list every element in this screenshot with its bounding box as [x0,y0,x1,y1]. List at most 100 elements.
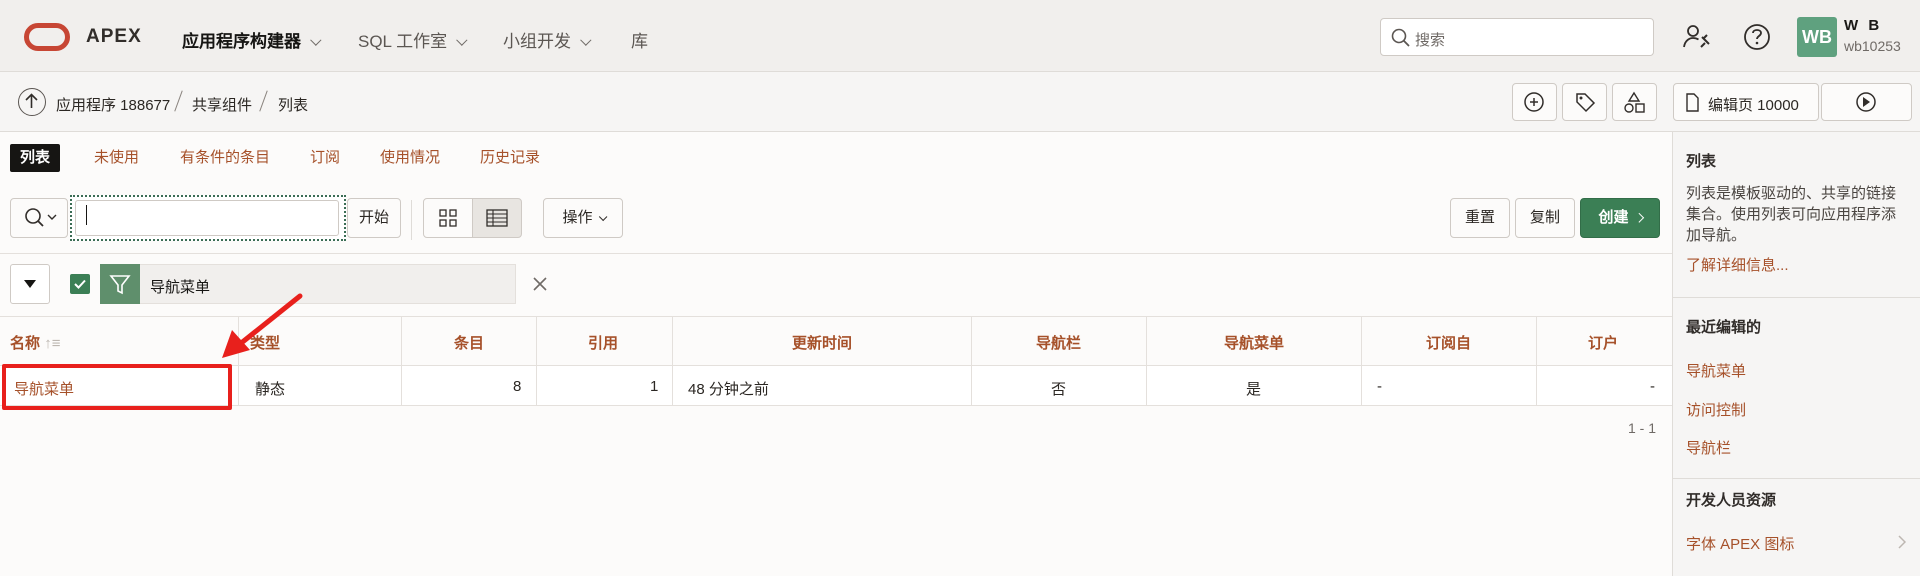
recently-edited-title: 最近编辑的 [1686,319,1762,336]
tab-lists[interactable]: 列表 [10,144,61,172]
copy-button[interactable]: 复制 [1515,198,1575,238]
nav-sql-workshop-label: SQL 工作室 [358,32,448,51]
col-header-references[interactable]: 引用 [588,332,618,353]
icon-view-button[interactable] [423,198,473,238]
tab-unused[interactable]: 未使用 [84,144,149,172]
learn-more-link[interactable]: 了解详细信息... [1686,254,1789,275]
go-button[interactable]: 开始 [347,198,401,238]
arrow-up-icon [25,93,38,108]
col-header-entries[interactable]: 条目 [454,332,484,353]
create-button[interactable]: 创建 [1580,198,1660,238]
column-divider [1536,316,1537,406]
side-panel-divider [1672,478,1920,479]
cell-references: 1 [650,378,659,395]
recent-item-navigation-bar[interactable]: 导航栏 [1686,437,1731,458]
tab-conditional-entries[interactable]: 有条件的条目 [170,144,280,172]
administration-icon[interactable] [1680,20,1714,54]
nav-team-development-label: 小组开发 [503,32,571,51]
caret-down-icon [24,280,36,288]
developer-tags-button[interactable] [1562,83,1607,121]
annotation-arrow-icon [222,293,303,358]
col-header-updated[interactable]: 更新时间 [792,332,852,353]
recent-item-access-control[interactable]: 访问控制 [1686,399,1746,420]
col-header-navigation-bar[interactable]: 导航栏 [1036,332,1081,353]
cell-updated: 48 分钟之前 [688,381,769,398]
oracle-logo-icon[interactable] [24,23,70,51]
user-id: wb10253 [1844,38,1901,54]
shapes-icon [1624,91,1645,113]
run-page-button[interactable] [1821,83,1912,121]
breadcrumb-application[interactable]: 应用程序 188677 [56,94,170,115]
side-panel-title: 列表 [1686,153,1717,170]
search-icon [1391,28,1410,47]
col-header-subscribers[interactable]: 订户 [1588,332,1618,353]
cell-navigation-bar: 否 [1051,381,1067,398]
parent-page-button[interactable] [18,88,46,116]
page-icon [1686,93,1699,112]
filter-enabled-checkbox[interactable] [70,274,90,294]
cell-navigation-menu: 是 [1246,381,1262,398]
nav-gallery-label: 库 [631,32,648,51]
breadcrumb-lists: 列表 [278,97,309,114]
actions-menu-button[interactable]: 操作 [543,198,623,238]
breadcrumb-shared-components[interactable]: 共享组件 [192,94,252,115]
column-divider [672,316,673,406]
create-label: 创建 [1598,209,1629,226]
cell-subscribed-from: - [1377,378,1382,395]
col-header-name[interactable]: 名称 ↑≡ [10,332,60,353]
nav-sql-workshop[interactable]: SQL 工作室 [358,27,468,52]
play-icon [1856,92,1876,112]
col-header-name-label: 名称 [10,335,41,352]
grid-icon [439,209,457,227]
cell-type: 静态 [255,381,286,398]
tab-history[interactable]: 历史记录 [470,144,550,172]
cell-entries: 8 [513,378,522,395]
report-search-input[interactable] [75,200,339,236]
toolbar-divider [411,200,412,240]
nav-app-builder-label: 应用程序构建器 [182,32,301,51]
comment-add-icon [1524,92,1544,112]
tab-utilization[interactable]: 使用情况 [370,144,450,172]
column-divider [1146,316,1147,406]
reset-button[interactable]: 重置 [1450,198,1510,238]
user-name[interactable]: W B [1844,17,1882,34]
pagination-text: 1 - 1 [1628,420,1657,436]
column-divider [971,316,972,406]
annotation-highlight-box [2,364,232,410]
help-icon[interactable] [1740,20,1774,54]
edit-page-button[interactable]: 编辑页 10000 [1673,83,1819,121]
avatar[interactable]: WB [1797,17,1837,57]
chevron-right-icon [1633,212,1644,223]
col-header-subscribed-from[interactable]: 订阅自 [1426,332,1471,353]
edit-page-label: 编辑页 10000 [1708,97,1799,114]
cell-subscribers: - [1650,378,1655,395]
nav-team-development[interactable]: 小组开发 [503,27,592,52]
column-divider [536,316,537,406]
funnel-icon [109,275,131,295]
recent-item-navigation-menu[interactable]: 导航菜单 [1686,360,1746,381]
text-cursor [86,205,87,225]
sort-ascending-icon: ↑≡ [44,335,61,352]
toolbar-divider-line [0,253,1672,254]
remove-filter-icon[interactable] [530,274,550,294]
developer-resources-title: 开发人员资源 [1686,492,1777,509]
app-brand[interactable]: APEX [86,26,142,48]
nav-gallery[interactable]: 库 [631,27,648,52]
resource-font-apex-icons[interactable]: 字体 APEX 图标 [1686,533,1794,554]
report-view-button[interactable] [472,198,522,238]
filter-icon [100,264,140,304]
check-icon [74,279,86,289]
filter-label[interactable]: 导航菜单 [150,276,210,297]
side-panel-divider [1672,297,1920,298]
col-header-navigation-menu[interactable]: 导航菜单 [1224,332,1284,353]
column-divider [1361,316,1362,406]
search-placeholder: 搜索 [1415,32,1446,49]
shared-components-button[interactable] [1612,83,1657,121]
nav-app-builder[interactable]: 应用程序构建器 [182,27,322,52]
feedback-button[interactable] [1512,83,1557,121]
global-search-input[interactable]: 搜索 [1380,18,1654,56]
table-icon [486,209,508,227]
search-column-button[interactable] [10,198,68,238]
filter-toggle-button[interactable] [10,264,50,304]
tab-subscriptions[interactable]: 订阅 [300,144,350,172]
